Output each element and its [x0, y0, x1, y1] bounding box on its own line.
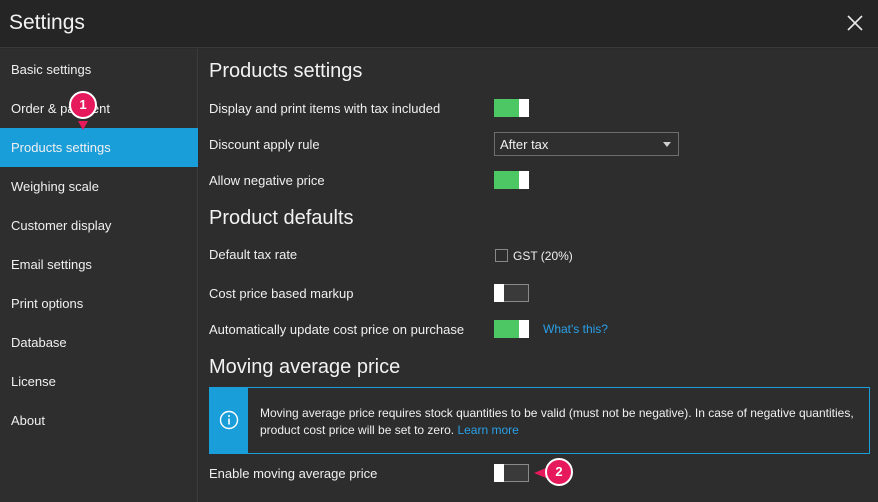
- discount-rule-value: After tax: [500, 137, 549, 152]
- cost-markup-label: Cost price based markup: [209, 286, 354, 301]
- whats-this-link[interactable]: What's this?: [543, 322, 608, 336]
- display-tax-included-label: Display and print items with tax include…: [209, 101, 441, 116]
- sidebar-item-weighing-scale[interactable]: Weighing scale: [0, 167, 198, 206]
- discount-rule-select[interactable]: After tax: [494, 132, 679, 156]
- window-title: Settings: [9, 11, 85, 34]
- sidebar-item-email-settings[interactable]: Email settings: [0, 245, 198, 284]
- close-icon[interactable]: [844, 12, 866, 34]
- moving-average-heading: Moving average price: [209, 356, 401, 378]
- sidebar-item-customer-display[interactable]: Customer display: [0, 206, 198, 245]
- callout-pointer-1: [78, 121, 88, 130]
- sidebar-item-print-options[interactable]: Print options: [0, 284, 198, 323]
- info-text: Moving average price requires stock quan…: [260, 405, 865, 439]
- sidebar-item-order-payment[interactable]: Order & payment: [0, 89, 198, 128]
- gst-checkbox-label[interactable]: GST (20%): [513, 249, 573, 263]
- default-tax-label: Default tax rate: [209, 247, 298, 262]
- callout-marker-1: 1: [69, 91, 97, 119]
- info-icon: [219, 410, 239, 430]
- enable-moving-average-label: Enable moving average price: [209, 466, 378, 481]
- toggle-knob: [519, 320, 529, 338]
- allow-negative-label: Allow negative price: [209, 173, 325, 188]
- chevron-down-icon: [663, 142, 671, 147]
- gst-checkbox[interactable]: [495, 249, 508, 262]
- info-message: Moving average price requires stock quan…: [260, 406, 854, 437]
- enable-moving-average-toggle[interactable]: [494, 464, 529, 482]
- settings-panel: Products settings Display and print item…: [199, 49, 878, 502]
- info-bar: [210, 388, 248, 453]
- sidebar-item-about[interactable]: About: [0, 401, 198, 440]
- auto-update-cost-toggle[interactable]: [494, 320, 529, 338]
- sidebar-item-products-settings[interactable]: Products settings: [0, 128, 198, 167]
- cost-markup-toggle[interactable]: [494, 284, 529, 302]
- auto-update-cost-label: Automatically update cost price on purch…: [209, 322, 465, 337]
- learn-more-link[interactable]: Learn more: [457, 423, 518, 437]
- toggle-knob: [519, 171, 529, 189]
- title-bar: Settings: [0, 0, 878, 48]
- products-settings-heading: Products settings: [209, 60, 363, 82]
- display-tax-included-toggle[interactable]: [494, 99, 529, 117]
- toggle-knob: [494, 284, 504, 302]
- info-box: Moving average price requires stock quan…: [209, 387, 870, 454]
- product-defaults-heading: Product defaults: [209, 207, 354, 229]
- discount-rule-label: Discount apply rule: [209, 137, 320, 152]
- toggle-knob: [519, 99, 529, 117]
- sidebar-item-license[interactable]: License: [0, 362, 198, 401]
- sidebar-item-basic-settings[interactable]: Basic settings: [0, 50, 198, 89]
- allow-negative-toggle[interactable]: [494, 171, 529, 189]
- callout-marker-2: 2: [545, 458, 573, 486]
- sidebar-item-database[interactable]: Database: [0, 323, 198, 362]
- sidebar: Basic settings Order & payment Products …: [0, 49, 198, 502]
- toggle-knob: [494, 464, 504, 482]
